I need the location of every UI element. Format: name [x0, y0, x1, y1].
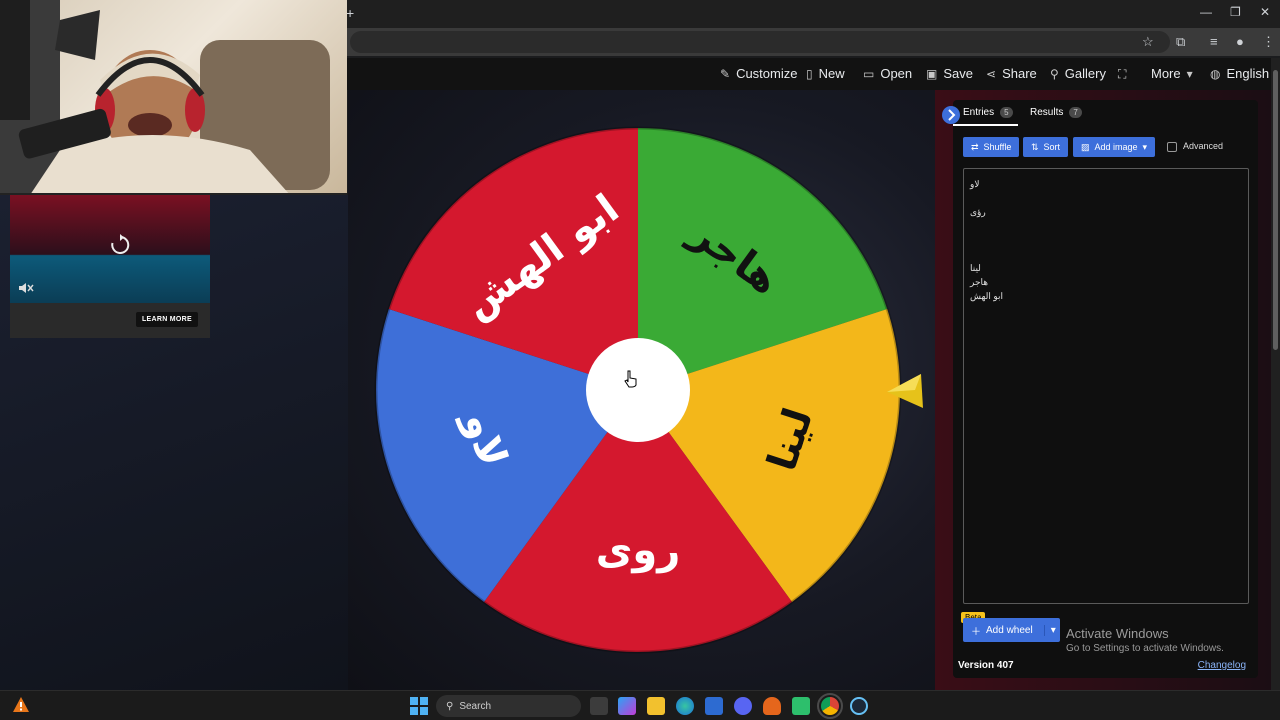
mute-icon[interactable]	[18, 281, 34, 295]
entries-count-badge: 5	[1000, 107, 1013, 118]
maximize-button[interactable]: ❐	[1230, 5, 1241, 19]
page-scrollbar[interactable]	[1271, 58, 1280, 690]
entry-line: ابو الهش	[970, 291, 1004, 301]
file-icon: ▯	[806, 67, 813, 81]
changelog-link[interactable]: Changelog	[1198, 660, 1246, 671]
entry-line	[970, 247, 1242, 261]
version-label: Version 407	[958, 660, 1014, 671]
customize-button[interactable]: ✎ Customize	[720, 66, 797, 81]
entry-line	[970, 191, 1242, 205]
entries-textarea[interactable]: لاو رؤى لينا هاجر ابو الهش	[963, 168, 1249, 604]
replay-icon[interactable]	[108, 233, 132, 257]
share-icon: ⋖	[986, 67, 997, 81]
more-button[interactable]: More ▾	[1151, 66, 1193, 81]
task-view-icon[interactable]	[590, 697, 608, 715]
palette-icon: ✎	[720, 67, 731, 81]
tab-results[interactable]: Results 7	[1030, 107, 1082, 118]
shuffle-icon: ⇄	[971, 141, 979, 152]
language-button[interactable]: ◍ English	[1210, 66, 1269, 81]
collapse-panel-icon[interactable]	[941, 105, 961, 125]
new-tab-button[interactable]: +	[346, 5, 354, 21]
fullscreen-button[interactable]: ⛶	[1118, 66, 1132, 82]
entry-line: لاو	[970, 179, 980, 189]
learn-more-button[interactable]: LEARN MORE	[135, 312, 198, 327]
new-button[interactable]: ▯ New	[806, 66, 845, 81]
chevron-down-icon: ▾	[1142, 141, 1148, 152]
chevron-down-icon[interactable]: ▾	[1043, 624, 1056, 636]
streamer-image	[0, 0, 330, 193]
scrollbar-thumb[interactable]	[1273, 70, 1278, 350]
warning-icon	[13, 697, 29, 712]
windows-taskbar: ⚲ Search	[0, 690, 1280, 720]
fullscreen-icon: ⛶	[1118, 67, 1127, 81]
entry-line	[970, 219, 1242, 233]
open-button[interactable]: ▭ Open	[863, 66, 912, 81]
app-icon[interactable]	[792, 697, 810, 715]
entries-panel: Entries 5 Results 7 ⇄ Shuffle ⇅ Sort ▨ Add im…	[942, 100, 1258, 678]
add-wheel-button[interactable]: ＋ Add wheel ▾	[963, 618, 1060, 642]
folder-open-icon: ▭	[863, 67, 875, 81]
spin-wheel[interactable]: هاجرليناروىلاوابو الهش	[370, 122, 910, 662]
steam-icon[interactable]	[850, 697, 868, 715]
entry-line	[970, 233, 1242, 247]
entry-line: لينا	[970, 263, 981, 273]
store-icon[interactable]	[705, 697, 723, 715]
tab-entries[interactable]: Entries 5	[963, 107, 1013, 118]
wheel-segment-label: روى	[596, 527, 681, 573]
address-bar[interactable]	[350, 31, 1170, 53]
copilot-icon[interactable]	[618, 697, 636, 715]
active-tab-indicator	[953, 124, 1018, 126]
save-icon: ▣	[926, 67, 938, 81]
wheel-center-button[interactable]	[586, 338, 690, 442]
advanced-label: Advanced	[1183, 141, 1224, 151]
entry-line: رؤى	[970, 207, 986, 217]
gallery-button[interactable]: ⚲ Gallery	[1050, 66, 1106, 81]
webcam-overlay	[0, 0, 347, 195]
video-ad[interactable]: LEARN MORE	[10, 195, 210, 338]
image-icon: ▨	[1081, 141, 1090, 152]
entry-line: هاجر	[970, 277, 989, 287]
advanced-checkbox[interactable]	[1167, 142, 1177, 152]
discord-icon[interactable]	[734, 697, 752, 715]
wheel-pointer-icon	[887, 374, 923, 408]
sort-icon: ⇅	[1031, 141, 1039, 152]
bookmark-star-icon[interactable]: ☆	[1142, 34, 1154, 50]
chrome-icon[interactable]	[817, 693, 843, 719]
results-count-badge: 7	[1069, 107, 1082, 118]
activate-windows-watermark: Activate Windows Go to Settings to activ…	[1066, 626, 1224, 654]
add-image-button[interactable]: ▨ Add image ▾	[1073, 137, 1156, 157]
cursor-hand-icon	[624, 370, 637, 388]
app-icon[interactable]	[763, 697, 781, 715]
save-button[interactable]: ▣ Save	[926, 66, 973, 81]
search-icon: ⚲	[446, 700, 454, 712]
sort-button[interactable]: ⇅ Sort	[1023, 137, 1069, 157]
browser-menu-icon[interactable]: ⋮	[1262, 34, 1275, 50]
minimize-button[interactable]: —	[1200, 5, 1212, 19]
share-button[interactable]: ⋖ Share	[986, 66, 1037, 81]
reading-list-icon[interactable]: ≡	[1210, 34, 1218, 49]
plus-icon: ＋	[971, 626, 981, 638]
chevron-down-icon: ▾	[1186, 67, 1193, 81]
extensions-icon[interactable]: ⧉	[1176, 34, 1185, 50]
globe-icon: ◍	[1210, 67, 1221, 81]
search-icon: ⚲	[1050, 67, 1059, 81]
shuffle-button[interactable]: ⇄ Shuffle	[963, 137, 1020, 157]
file-explorer-icon[interactable]	[647, 697, 665, 715]
edge-icon[interactable]	[676, 697, 694, 715]
taskbar-search[interactable]: ⚲ Search	[436, 695, 581, 717]
close-window-button[interactable]: ✕	[1260, 5, 1270, 19]
windows-start-icon[interactable]	[410, 697, 428, 715]
profile-avatar[interactable]: ●	[1236, 34, 1244, 49]
